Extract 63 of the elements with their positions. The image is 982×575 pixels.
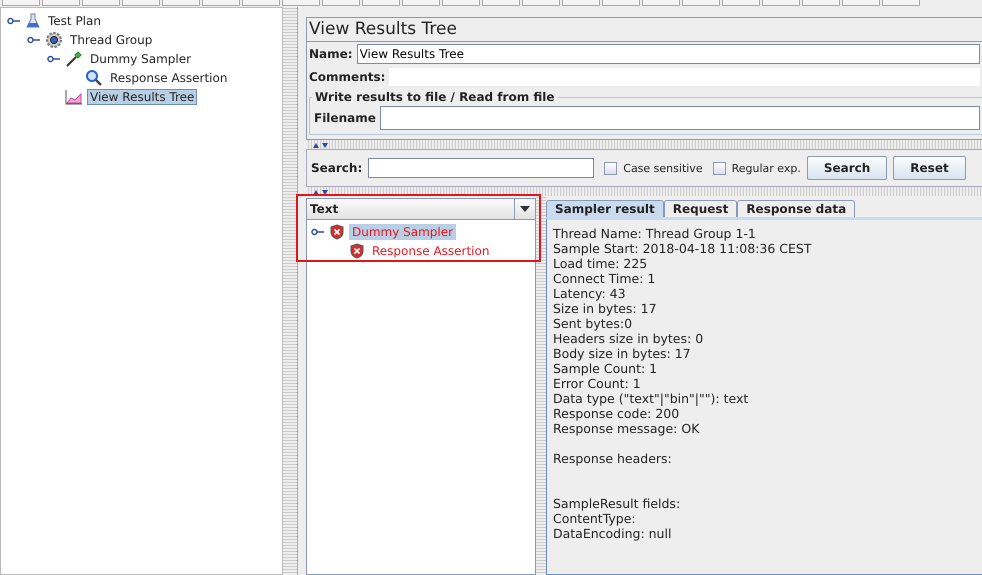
checkbox-label[interactable]: Regular exp. (732, 162, 801, 174)
name-field[interactable]: View Results Tree (356, 44, 980, 64)
tree-item[interactable]: Dummy Sampler (87, 50, 194, 66)
toolbar-button[interactable] (682, 0, 720, 6)
filename-field[interactable] (380, 106, 980, 130)
search-label: Search: (311, 161, 362, 175)
collapse-handle-icon[interactable] (311, 226, 325, 236)
search-bar-button[interactable]: Reset (893, 156, 966, 180)
toolbar-button[interactable] (842, 0, 880, 6)
toolbar-button[interactable] (642, 0, 680, 6)
result-text: Thread Name: Thread Group 1-1 Sample Start: 2018-04-18 11:08:36 CEST Load time: 225 Connect Time: 1 Latency: 43 Size in bytes: 17 Sent bytes:0 Headers size in bytes: 0 Body size in bytes: 17 Sample Count: 1 Error Count: 1 Data type ("text"|"bin"|""): text Response code: 200 Response message: OK Response headers: SampleResult fields: ContentType: DataEncoding: null (553, 226, 812, 541)
magnifier-icon (85, 68, 103, 86)
toolbar-button[interactable] (442, 0, 480, 6)
splitter-arrows-icon[interactable] (312, 188, 330, 194)
toolbar-button[interactable] (402, 0, 440, 6)
tab[interactable]: Sampler result (546, 200, 664, 217)
toolbar-button[interactable] (82, 0, 120, 6)
filename-label: Filename (314, 111, 376, 125)
tree-item[interactable]: Test Plan (45, 12, 104, 28)
toolbar-button[interactable] (202, 0, 240, 6)
toolbar-button[interactable] (802, 0, 840, 6)
dropper-icon (65, 50, 83, 68)
renderer-dropdown[interactable]: Text (306, 198, 536, 220)
search-bar-button[interactable]: Search (806, 156, 888, 180)
tree-item[interactable]: View Results Tree (87, 88, 198, 104)
gear-icon (45, 30, 63, 48)
toolbar-button[interactable] (722, 0, 760, 6)
search-field[interactable] (368, 158, 594, 178)
panel-title: View Results Tree (307, 18, 982, 42)
result-item[interactable]: Response Assertion (369, 242, 492, 258)
toolbar-button[interactable] (42, 0, 80, 6)
toolbar-button[interactable] (762, 0, 800, 6)
tab[interactable]: Response data (737, 200, 856, 217)
collapse-handle-icon[interactable] (27, 34, 41, 44)
comments-label: Comments: (309, 70, 386, 84)
checkbox-label[interactable]: Case sensitive (623, 162, 703, 174)
toolbar-button[interactable] (2, 0, 40, 6)
splitter[interactable] (536, 196, 546, 575)
checkbox[interactable] (604, 162, 618, 174)
flask-icon (25, 12, 41, 28)
splitter[interactable] (283, 7, 298, 575)
tab[interactable]: Request (664, 200, 738, 217)
chart-icon (65, 88, 83, 104)
checkbox[interactable] (712, 162, 726, 174)
toolbar-button[interactable] (162, 0, 200, 6)
toolbar-button[interactable] (322, 0, 360, 6)
toolbar-button[interactable] (602, 0, 640, 6)
toolbar-button[interactable] (282, 0, 320, 6)
collapse-handle-icon[interactable] (47, 54, 61, 64)
collapse-handle-icon[interactable] (7, 16, 21, 26)
toolbar-button[interactable] (522, 0, 560, 6)
splitter-arrows-icon[interactable] (312, 142, 330, 148)
tree-item[interactable]: Response Assertion (107, 70, 230, 86)
group-title: Write results to file / Read from file (314, 90, 556, 104)
toolbar-button[interactable] (122, 0, 160, 6)
caret-icon (520, 206, 530, 212)
toolbar-button[interactable] (482, 0, 520, 6)
tree-item[interactable]: Thread Group (67, 32, 156, 48)
toolbar-button[interactable] (242, 0, 280, 6)
toolbar-button[interactable] (882, 0, 920, 6)
name-label: Name: (309, 47, 353, 61)
toolbar-button[interactable] (362, 0, 400, 6)
toolbar-button[interactable] (562, 0, 600, 6)
